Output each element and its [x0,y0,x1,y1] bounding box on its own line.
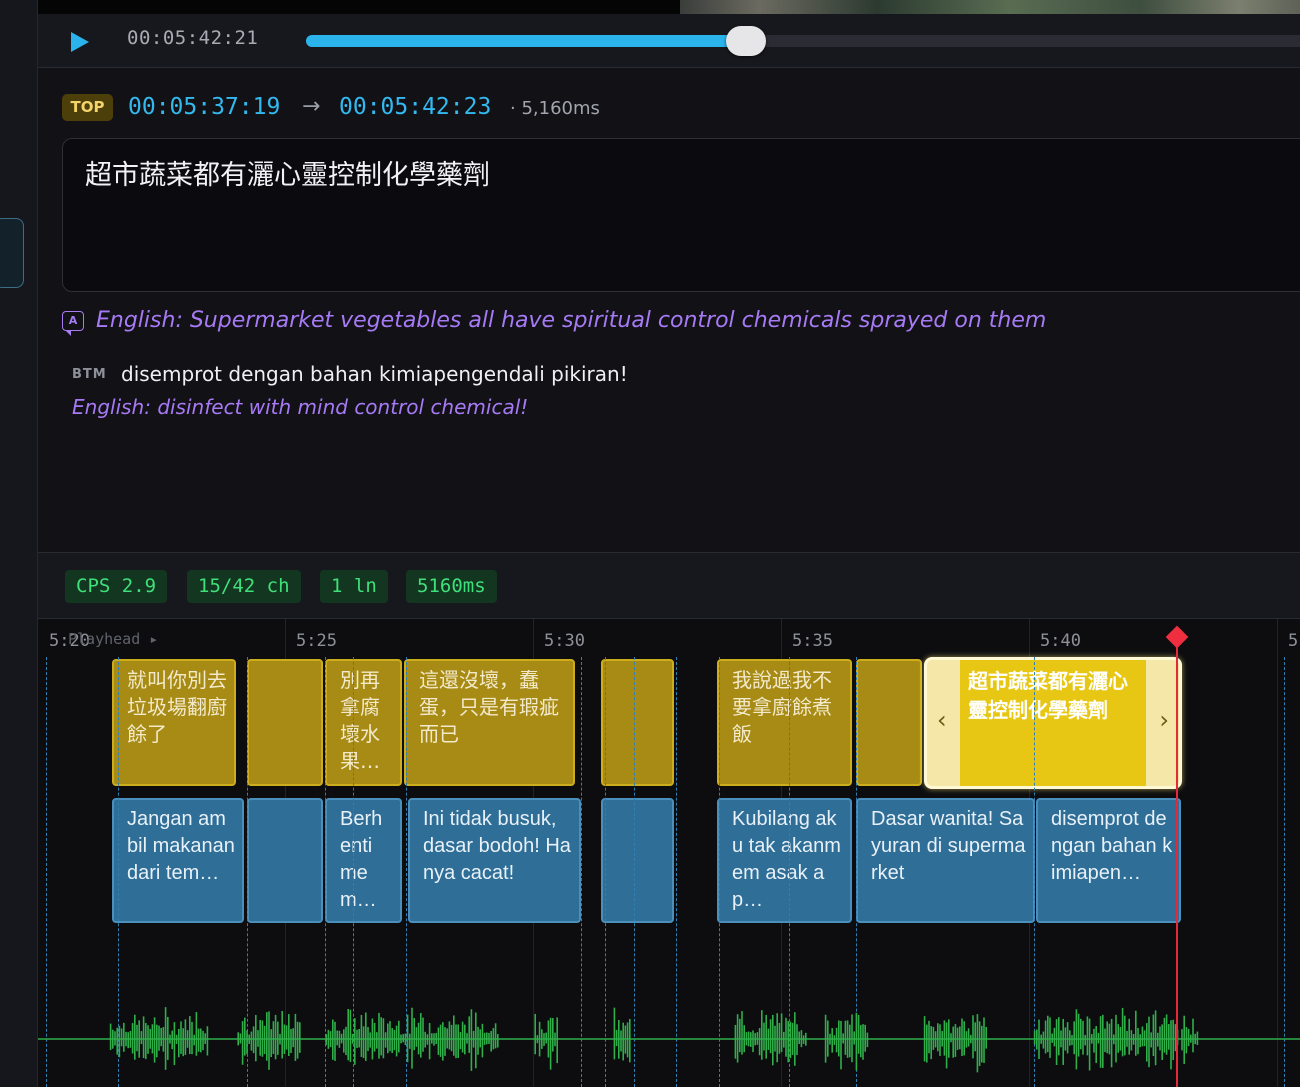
btm-clip[interactable]: Kubilang aku tak akanmem asak ap… [717,798,852,923]
top-clip[interactable]: 別再拿腐壞水果… [325,659,402,786]
tick-label: 5:25 [296,631,337,651]
btm-clip[interactable]: Ini tidak busuk, dasar bodoh! Hanya caca… [408,798,581,923]
clip-text: 我說過我不要拿廚餘煮飯 [732,668,832,746]
play-icon[interactable] [66,29,92,55]
clip-text: Jangan ambil makanan dari tem… [127,808,235,884]
btm-track-badge: BTM [72,367,107,382]
timeline[interactable]: 5:20 Playhead ▸ 5:25 5:30 5:35 5:40 5 就叫… [38,619,1300,1087]
left-rail [0,0,38,1087]
duration-label: · 5,160ms [510,98,600,119]
btm-clip[interactable]: Berh enti me m… [325,798,402,923]
end-time[interactable]: 00:05:42:23 [339,94,491,120]
top-clip[interactable]: 這還沒壞，蠢蛋，只是有瑕疵而已 [404,659,575,786]
cps-stat: CPS 2.9 [65,570,168,603]
clip-text: Dasar wanita! Sayuran di supermarket [871,808,1026,884]
stats-bar: CPS 2.9 15/42 ch 1 ln 5160ms [38,552,1300,619]
lines-stat: 1 ln [320,570,388,603]
start-time[interactable]: 00:05:37:19 [128,94,280,120]
clip-text: Kubilang aku tak akanmem asak ap… [732,808,841,911]
top-clip[interactable]: 我說過我不要拿廚餘煮飯 [717,659,852,786]
btm-clip[interactable] [601,798,674,923]
clip-text: 就叫你別去垃圾場翻廚餘了 [127,668,227,746]
transport-bar: 00:05:42:21 [38,14,1300,68]
audio-waveform [38,1007,1300,1073]
trim-left-handle[interactable]: ‹ [937,706,947,734]
scrubber-thumb[interactable] [726,26,766,56]
active-clip-body: 超市蔬菜都有灑心靈控制化學藥劑 [960,660,1146,786]
tick-label: 5:35 [792,631,833,651]
top-clip[interactable] [601,659,674,786]
current-timecode: 00:05:42:21 [127,27,259,49]
btm-clip[interactable]: Dasar wanita! Sayuran di supermarket [856,798,1035,923]
tick-label: 5 [1288,631,1299,651]
scrubber-track[interactable] [306,26,1300,56]
btm-translation-text: English: disinfect with mind control che… [72,395,529,419]
video-preview [38,0,1300,14]
top-clip[interactable]: 就叫你別去垃圾場翻廚餘了 [112,659,236,786]
video-frame [680,0,1300,14]
scrubber-progress [306,35,746,47]
rail-tab[interactable] [0,218,24,288]
top-clip[interactable] [247,659,323,786]
btm-clip[interactable] [247,798,323,923]
track-badge: TOP [62,94,113,121]
duration-stat: 5160ms [406,570,497,603]
trim-right-handle[interactable]: › [1159,706,1169,734]
top-clip[interactable] [856,659,922,786]
btm-clip[interactable]: Jangan ambil makanan dari tem… [112,798,244,923]
clip-text: 別再拿腐壞水果… [340,668,380,773]
btm-clip[interactable]: disemprot dengan bahan kimiapen… [1036,798,1181,923]
tick-label: 5:40 [1040,631,1081,651]
translation-text: English: Supermarket vegetables all have… [96,308,1047,333]
active-clip-text: 超市蔬菜都有灑心靈控制化學藥劑 [968,669,1128,722]
active-top-clip[interactable]: 超市蔬菜都有灑心靈控制化學藥劑 ‹ › [924,657,1182,789]
playhead-line [1176,639,1178,1087]
tick-label: 5:30 [544,631,585,651]
playhead-marker[interactable] [1165,625,1189,649]
chars-stat: 15/42 ch [187,570,301,603]
clip-text: 這還沒壞，蠢蛋，只是有瑕疵而已 [419,668,559,746]
clip-text: Berh enti me m… [340,808,383,911]
translate-icon: A [62,311,84,336]
btm-subtitle-text: disemprot dengan bahan kimiapengendali p… [121,362,628,386]
subtitle-text-input[interactable] [62,138,1300,292]
clip-text: Ini tidak busuk, dasar bodoh! Hanya caca… [423,808,571,884]
subtitle-editor: TOP 00:05:37:19 → 00:05:42:23 · 5,160ms … [38,68,1300,552]
playhead-label: Playhead ▸ [68,630,159,648]
arrow-right-icon: → [302,94,321,119]
clip-text: disemprot dengan bahan kimiapen… [1051,808,1173,884]
